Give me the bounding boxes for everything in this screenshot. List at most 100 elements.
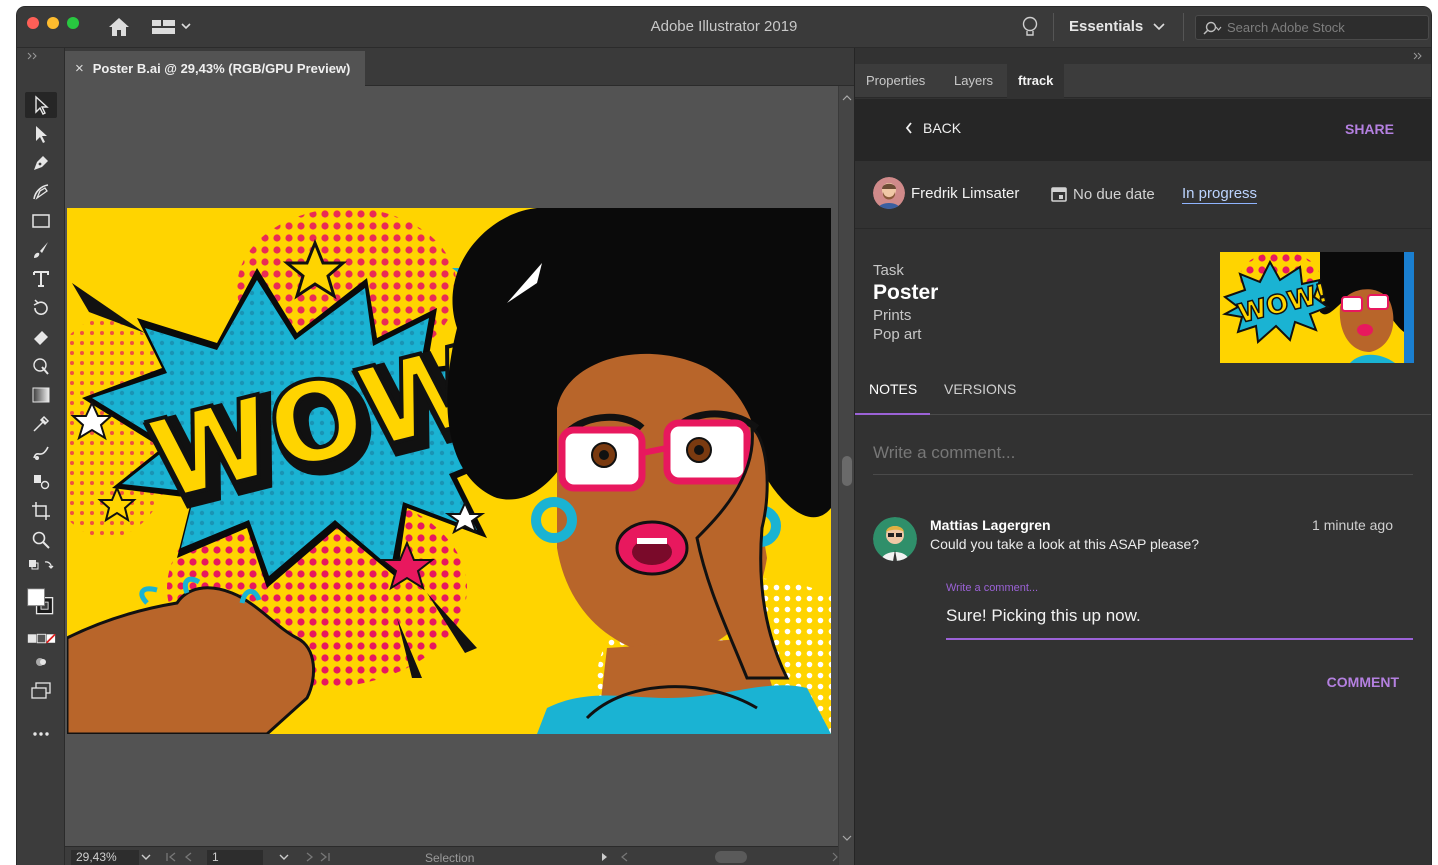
reply-field[interactable]: Write a comment... Sure! Picking this up… [946,582,1413,642]
reply-input[interactable]: Sure! Picking this up now. [946,606,1141,626]
task-meta-row: Fredrik Limsater No due date In progress [855,161,1431,229]
direct-selection-tool[interactable] [25,121,57,147]
comment-input[interactable] [873,443,1413,463]
more-tools-icon[interactable] [25,721,57,747]
workspace-switcher-icon[interactable] [152,19,192,35]
panel-tab-bar: Properties Layers ftrack [855,64,1431,98]
paintbrush-tool[interactable] [25,237,57,263]
collapse-panel-icon[interactable] [1413,52,1423,60]
note-author: Mattias Lagergren [930,517,1051,533]
document-tab[interactable]: × Poster B.ai @ 29,43% (RGB/GPU Preview) [65,51,365,86]
avatar [873,177,905,209]
reply-field-label: Write a comment... [946,582,1039,594]
first-previous-artboard-icon[interactable] [165,852,201,862]
home-icon[interactable] [107,16,131,38]
lightbulb-icon[interactable] [1021,16,1039,40]
curvature-tool[interactable] [25,179,57,205]
tab-layers[interactable]: Layers [943,64,1004,98]
scroll-down-icon[interactable] [842,834,852,842]
ftrack-header: BACK SHARE [855,99,1431,161]
drawing-mode-icon[interactable] [25,652,57,672]
minimize-window-button[interactable] [47,17,59,29]
active-tab-indicator [855,413,930,415]
tab-properties[interactable]: Properties [855,64,936,98]
search-icon [1203,21,1222,35]
tools-panel [17,48,65,865]
document-tab-bar: × Poster B.ai @ 29,43% (RGB/GPU Preview) [65,48,854,86]
swap-fill-stroke-icon[interactable] [25,556,57,574]
document-tab-label: Poster B.ai @ 29,43% (RGB/GPU Preview) [92,61,351,76]
tab-notes[interactable]: NOTES [869,381,917,397]
scroll-right-icon[interactable] [831,852,839,862]
back-label: BACK [923,120,962,136]
assignee[interactable]: Fredrik Limsater [873,177,1019,209]
ftrack-panel: Properties Layers ftrack BACK SHARE Fred… [854,48,1431,865]
rotate-tool[interactable] [25,295,57,321]
eyedropper-tool[interactable] [25,411,57,437]
avatar [873,517,917,561]
status-bar: 29,43% 1 Selection [65,846,838,865]
note-text: Could you take a look at this ASAP pleas… [930,536,1200,552]
close-window-button[interactable] [27,17,39,29]
rectangle-tool[interactable] [25,208,57,234]
title-bar: Adobe Illustrator 2019 Essentials [17,7,1431,48]
blend-tool[interactable] [25,440,57,466]
tab-versions[interactable]: VERSIONS [944,381,1016,397]
scrollbar-thumb[interactable] [842,456,852,486]
screen-mode-icon[interactable] [25,678,57,704]
task-parent: Prints [873,307,912,324]
pen-tool[interactable] [25,150,57,176]
horizontal-scroll-thumb[interactable] [715,851,747,863]
task-project: Pop art [873,326,922,343]
status-menu-icon[interactable] [601,852,631,862]
stock-search[interactable] [1195,15,1429,40]
task-thumbnail[interactable]: WOW! [1220,252,1414,363]
gradient-tool[interactable] [25,382,57,408]
scroll-up-icon[interactable] [842,94,852,102]
chevron-left-icon [905,122,912,134]
comment-field[interactable] [873,443,1413,475]
next-last-artboard-icon[interactable] [305,852,341,862]
current-tool-label: Selection [425,851,475,865]
artboard-tool[interactable] [25,498,57,524]
canvas-area[interactable]: WOW! WOW! [65,86,838,846]
notes-tab-bar: NOTES VERSIONS [855,371,1431,415]
collapse-icon[interactable] [27,52,39,60]
zoom-window-button[interactable] [67,17,79,29]
task-name: Poster [873,281,939,304]
color-mode-icons[interactable] [25,632,57,646]
eraser-tool[interactable] [25,324,57,350]
zoom-level-field[interactable]: 29,43% [71,850,139,865]
reply-underline [946,638,1413,640]
workspace-label: Essentials [1069,18,1144,35]
artboard-number-field[interactable]: 1 [207,850,263,865]
symbol-sprayer-tool[interactable] [25,469,57,495]
stock-search-input[interactable] [1227,20,1417,35]
comment-button[interactable]: COMMENT [1327,674,1399,690]
selection-tool[interactable] [25,92,57,118]
illustrator-window: Adobe Illustrator 2019 Essentials Search… [17,7,1431,865]
puppet-warp-tool[interactable] [25,353,57,379]
note-time: 1 minute ago [1312,517,1393,533]
tab-ftrack[interactable]: ftrack [1007,64,1065,98]
fill-stroke-swatch[interactable] [25,580,57,626]
share-button[interactable]: SHARE [1345,121,1394,137]
task-type-label: Task [873,262,904,279]
chevron-down-icon [1153,22,1165,30]
vertical-scrollbar[interactable] [838,86,854,865]
type-tool[interactable] [25,266,57,292]
workspace-menu[interactable]: Essentials [1069,18,1165,35]
due-date-label: No due date [1073,185,1155,203]
separator [1053,13,1054,41]
status-link[interactable]: In progress [1182,185,1258,204]
chevron-down-icon[interactable] [279,853,289,861]
artboard[interactable]: WOW! WOW! [67,208,831,734]
back-button[interactable]: BACK [905,120,961,136]
due-date[interactable]: No due date [1050,185,1155,203]
zoom-tool[interactable] [25,527,57,553]
task-info: Task Poster Prints Pop art [873,262,938,343]
chevron-down-icon[interactable] [141,853,151,861]
close-tab-icon[interactable]: × [75,60,84,77]
separator [1183,13,1184,41]
note-item: Mattias Lagergren Could you take a look … [873,515,1413,575]
